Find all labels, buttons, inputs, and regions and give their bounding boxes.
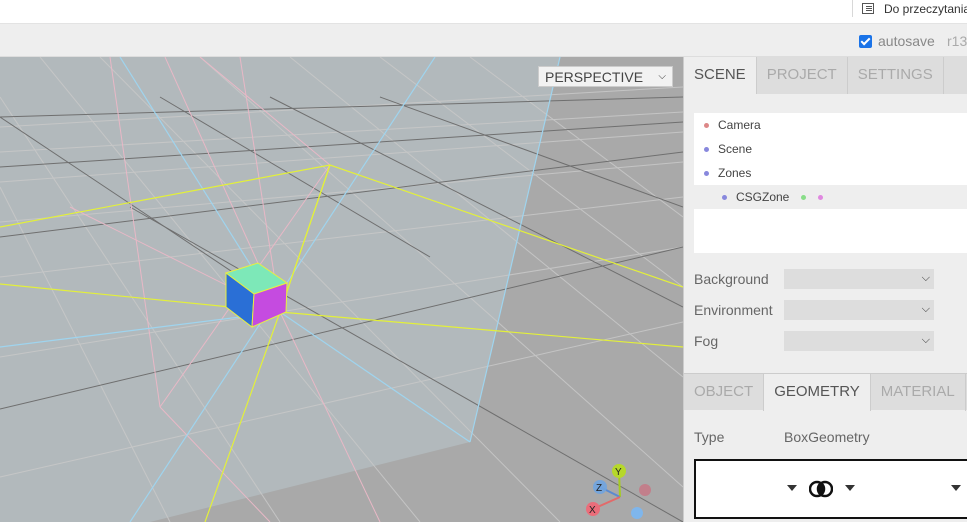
outliner-item-label: CSGZone: [736, 190, 790, 204]
outliner-item-label: Zones: [718, 166, 752, 180]
intersect-icon[interactable]: [809, 479, 833, 499]
csgzone-dot-icon: [722, 194, 727, 200]
chevron-down-icon: ⌵: [921, 303, 930, 315]
environment-row: Environment ⌵: [694, 299, 967, 321]
csg-operation-panel[interactable]: [694, 459, 967, 519]
fog-select[interactable]: ⌵: [784, 331, 934, 351]
tab-settings[interactable]: SETTINGS: [848, 57, 944, 94]
autosave-label: autosave: [878, 33, 935, 49]
chevron-down-icon: ⌵: [921, 334, 930, 346]
material-dot-icon: [818, 194, 824, 200]
environment-select[interactable]: ⌵: [784, 300, 934, 320]
geometry-type-label: Type: [694, 429, 725, 445]
camera-select-value: PERSPECTIVE: [545, 68, 644, 85]
gizmo-neg-x-circle: [639, 484, 651, 496]
caret-down-icon[interactable]: [845, 485, 855, 491]
sidebar-tabs: SCENE PROJECT SETTINGS: [684, 57, 967, 94]
geometry-dot-icon: [801, 194, 807, 200]
caret-down-icon[interactable]: [787, 485, 797, 491]
gizmo-z-label: Z: [596, 483, 602, 494]
zones-dot-icon: [704, 170, 709, 176]
caret-down-icon[interactable]: [951, 485, 961, 491]
version-label: r13: [947, 33, 967, 49]
chevron-down-icon: ⌵: [921, 272, 930, 284]
chevron-down-icon: ⌵: [658, 71, 666, 82]
autosave-toggle[interactable]: autosave: [859, 33, 935, 49]
outliner-item-label: Scene: [718, 142, 753, 156]
reading-list-label: Do przeczytania: [884, 1, 967, 16]
outliner-item-scene[interactable]: Scene: [704, 137, 752, 161]
sidebar: SCENE PROJECT SETTINGS Camera Scene Zone…: [683, 57, 967, 522]
outliner-item-camera[interactable]: Camera: [704, 113, 761, 137]
outliner-item-label: Camera: [718, 118, 761, 132]
object-tabs: OBJECT GEOMETRY MATERIAL: [684, 373, 967, 411]
camera-dot-icon: [704, 122, 709, 128]
reading-list-button[interactable]: Do przeczytania: [852, 0, 967, 17]
gizmo-x-label: X: [589, 505, 596, 516]
browser-toolbar: Do przeczytania: [0, 0, 967, 24]
reading-list-icon: [862, 3, 874, 14]
gizmo-neg-z-circle: [631, 507, 643, 519]
background-label: Background: [694, 271, 769, 287]
tab-material[interactable]: MATERIAL: [871, 374, 966, 411]
fog-row: Fog ⌵: [694, 330, 967, 352]
gizmo-y-label: Y: [615, 467, 622, 478]
outliner-item-csgzone[interactable]: CSGZone: [694, 185, 967, 209]
outliner-item-zones[interactable]: Zones: [704, 161, 751, 185]
fog-label: Fog: [694, 333, 719, 349]
background-row: Background ⌵: [694, 268, 967, 290]
tab-scene[interactable]: SCENE: [684, 57, 757, 94]
geometry-type-value: BoxGeometry: [784, 429, 870, 445]
viewport[interactable]: Y Z X PERSPECTIVE ⌵: [0, 57, 683, 522]
tab-geometry[interactable]: GEOMETRY: [764, 374, 871, 411]
scene-dot-icon: [704, 146, 709, 152]
scene-canvas[interactable]: Y Z X: [0, 57, 683, 522]
tab-project[interactable]: PROJECT: [757, 57, 848, 94]
autosave-checkbox[interactable]: [859, 34, 872, 48]
scene-outliner[interactable]: Camera Scene Zones CSGZone: [694, 113, 967, 253]
geometry-type-row: Type BoxGeometry: [694, 429, 870, 445]
tab-object[interactable]: OBJECT: [684, 374, 765, 411]
environment-label: Environment: [694, 302, 773, 318]
camera-select[interactable]: PERSPECTIVE ⌵: [538, 66, 673, 87]
editor-menubar: autosave r13: [0, 24, 967, 57]
background-select[interactable]: ⌵: [784, 269, 934, 289]
